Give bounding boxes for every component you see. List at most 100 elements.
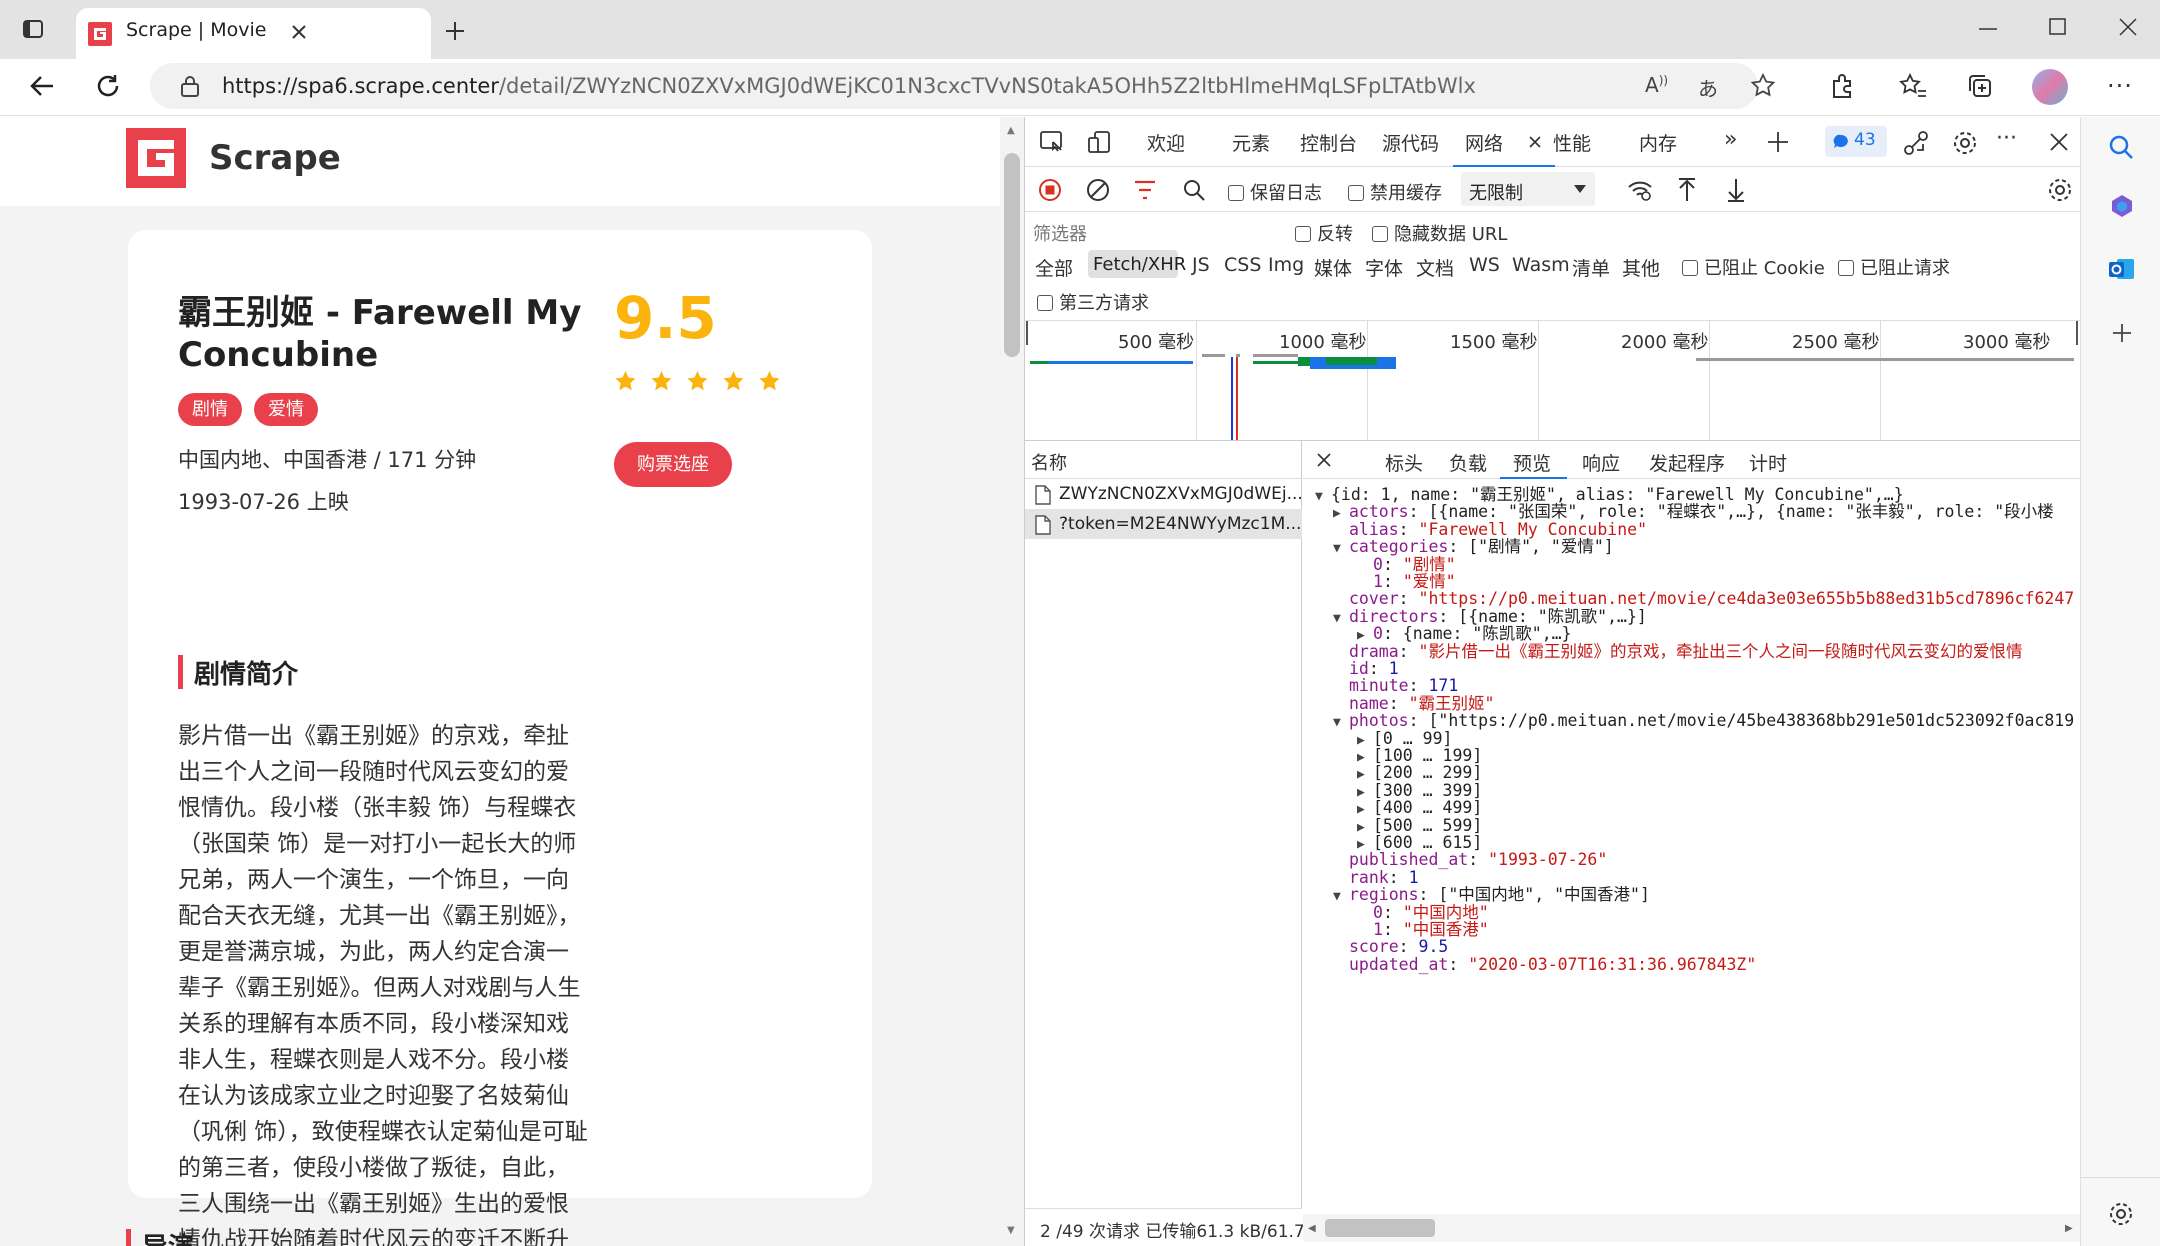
profile-avatar[interactable] — [2032, 69, 2068, 105]
add-tool-icon[interactable] — [1767, 131, 1789, 153]
preserve-log-checkbox[interactable]: 保留日志 — [1228, 179, 1322, 205]
scroll-down-icon[interactable]: ▼ — [1007, 1225, 1015, 1236]
scrollbar-thumb[interactable] — [1004, 153, 1020, 357]
detail-tab-payload[interactable]: 负载 — [1449, 449, 1487, 476]
read-aloud-icon[interactable]: A)) — [1645, 73, 1668, 97]
invert-checkbox[interactable]: 反转 — [1295, 220, 1353, 246]
filter-type-js[interactable]: JS — [1192, 254, 1210, 276]
checkbox-icon[interactable] — [1295, 226, 1311, 242]
expand-down-icon[interactable]: ▼ — [1333, 714, 1349, 731]
maximize-icon[interactable] — [2049, 18, 2067, 36]
scroll-left-icon[interactable]: ◀ — [1308, 1223, 1316, 1234]
outlook-icon[interactable] — [2108, 256, 2136, 282]
copilot-icon[interactable] — [2109, 193, 2135, 219]
blocked-requests-checkbox[interactable]: 已阻止请求 — [1838, 254, 1950, 280]
filter-type-fetch-xhr[interactable]: Fetch/XHR — [1088, 250, 1186, 278]
close-window-icon[interactable] — [2118, 17, 2138, 37]
movie-title[interactable]: 霸王别姬 - Farewell My Concubine — [178, 292, 598, 376]
filter-type-css[interactable]: CSS — [1224, 254, 1261, 276]
filter-type-ws[interactable]: WS — [1469, 254, 1500, 276]
devtools-tab-sources[interactable]: 源代码 — [1382, 129, 1439, 156]
expand-down-icon[interactable]: ▼ — [1315, 488, 1331, 505]
filter-type-manifest[interactable]: 清单 — [1572, 254, 1610, 281]
request-row[interactable]: ZWYzNCN0ZXVxMGJ0dWEj... — [1025, 479, 1303, 509]
export-har-icon[interactable] — [1725, 177, 1747, 203]
network-conditions-icon[interactable] — [1627, 179, 1653, 201]
checkbox-icon[interactable] — [1682, 260, 1698, 276]
filter-icon[interactable] — [1133, 179, 1157, 201]
add-sidebar-app-icon[interactable] — [2112, 323, 2132, 343]
close-devtools-icon[interactable] — [2050, 133, 2068, 151]
devtools-tab-memory[interactable]: 内存 — [1639, 129, 1677, 156]
lock-icon[interactable] — [180, 75, 200, 97]
checkbox-icon[interactable] — [1372, 226, 1388, 242]
browser-tab[interactable]: Scrape | Movie — [76, 8, 431, 59]
more-tabs-icon[interactable]: » — [1724, 127, 1737, 152]
connect-device-icon[interactable] — [1903, 130, 1929, 156]
device-emulation-icon[interactable] — [1087, 129, 1113, 155]
request-row-selected[interactable]: ?token=M2E4NWYyMzc1M... — [1025, 509, 1302, 539]
devtools-tab-network[interactable]: 网络 — [1453, 117, 1555, 167]
blocked-cookies-checkbox[interactable]: 已阻止 Cookie — [1682, 254, 1825, 280]
close-network-tab-icon[interactable] — [1529, 136, 1541, 148]
clear-icon[interactable] — [1086, 178, 1110, 202]
record-stop-icon[interactable] — [1038, 178, 1062, 202]
detail-tab-preview[interactable]: 预览 — [1500, 441, 1567, 479]
page-scrollbar[interactable]: ▲ ▼ — [1000, 117, 1024, 1246]
scrollbar-thumb[interactable] — [1325, 1219, 1435, 1237]
import-har-icon[interactable] — [1676, 177, 1698, 203]
devtools-more-icon[interactable]: ··· — [1996, 126, 2017, 151]
checkbox-icon[interactable] — [1228, 185, 1244, 201]
timeline-overview[interactable]: 500 毫秒 1000 毫秒 1500 毫秒 2000 毫秒 2500 毫秒 3… — [1025, 321, 2081, 441]
network-settings-icon[interactable] — [2047, 177, 2073, 203]
filter-type-wasm[interactable]: Wasm — [1512, 254, 1570, 276]
issues-badge[interactable]: 43 — [1825, 126, 1887, 157]
disable-cache-checkbox[interactable]: 禁用缓存 — [1348, 179, 1442, 205]
back-icon[interactable] — [29, 73, 55, 99]
devtools-settings-icon[interactable] — [1952, 130, 1978, 156]
minimize-icon[interactable] — [1979, 27, 1999, 31]
name-column-header[interactable]: 名称 — [1031, 449, 1067, 475]
checkbox-icon[interactable] — [1348, 185, 1364, 201]
filter-type-media[interactable]: 媒体 — [1314, 254, 1352, 281]
filter-input[interactable]: 筛选器 — [1033, 217, 1275, 247]
url-input[interactable]: https://spa6.scrape.center/detail/ZWYzNC… — [150, 63, 1776, 109]
filter-type-all[interactable]: 全部 — [1035, 254, 1073, 281]
category-tag[interactable]: 爱情 — [254, 393, 318, 426]
checkbox-icon[interactable] — [1037, 295, 1053, 311]
new-tab-icon[interactable] — [444, 20, 466, 42]
devtools-tab-console[interactable]: 控制台 — [1300, 129, 1357, 156]
detail-tab-headers[interactable]: 标头 — [1385, 449, 1423, 476]
horizontal-scrollbar[interactable]: ◀ ▶ — [1303, 1214, 2081, 1242]
favorites-icon[interactable] — [1899, 73, 1927, 99]
devtools-tab-performance[interactable]: 性能 — [1553, 129, 1591, 156]
devtools-tab-welcome[interactable]: 欢迎 — [1147, 129, 1185, 156]
close-tab-icon[interactable] — [289, 22, 309, 42]
close-detail-icon[interactable] — [1317, 453, 1331, 467]
scroll-up-icon[interactable]: ▲ — [1007, 125, 1015, 136]
expand-down-icon[interactable]: ▼ — [1333, 610, 1349, 627]
throttle-select[interactable]: 无限制 — [1461, 172, 1595, 206]
checkbox-icon[interactable] — [1838, 260, 1854, 276]
inspect-element-icon[interactable] — [1039, 130, 1065, 154]
extensions-icon[interactable] — [1829, 73, 1855, 99]
buy-ticket-button[interactable]: 购票选座 — [614, 442, 732, 487]
detail-tab-timing[interactable]: 计时 — [1749, 449, 1787, 476]
filter-type-doc[interactable]: 文档 — [1416, 254, 1454, 281]
third-party-checkbox[interactable]: 第三方请求 — [1037, 289, 1149, 315]
more-menu-icon[interactable]: ··· — [2107, 72, 2133, 100]
site-logo-text[interactable]: Scrape — [209, 138, 341, 178]
tab-actions-icon[interactable] — [22, 18, 44, 40]
expand-down-icon[interactable]: ▼ — [1333, 888, 1349, 905]
scroll-right-icon[interactable]: ▶ — [2065, 1223, 2073, 1234]
sidebar-settings-icon[interactable] — [2108, 1201, 2134, 1227]
translate-icon[interactable]: あ — [1698, 73, 1718, 102]
filter-type-img[interactable]: Img — [1268, 254, 1304, 276]
detail-tab-initiator[interactable]: 发起程序 — [1649, 449, 1725, 476]
detail-tab-response[interactable]: 响应 — [1582, 449, 1620, 476]
expand-down-icon[interactable]: ▼ — [1333, 540, 1349, 557]
search-icon[interactable] — [1182, 178, 1206, 202]
collections-icon[interactable] — [1967, 73, 1993, 99]
hide-data-urls-checkbox[interactable]: 隐藏数据 URL — [1372, 220, 1507, 246]
sidebar-search-icon[interactable] — [2108, 134, 2134, 160]
